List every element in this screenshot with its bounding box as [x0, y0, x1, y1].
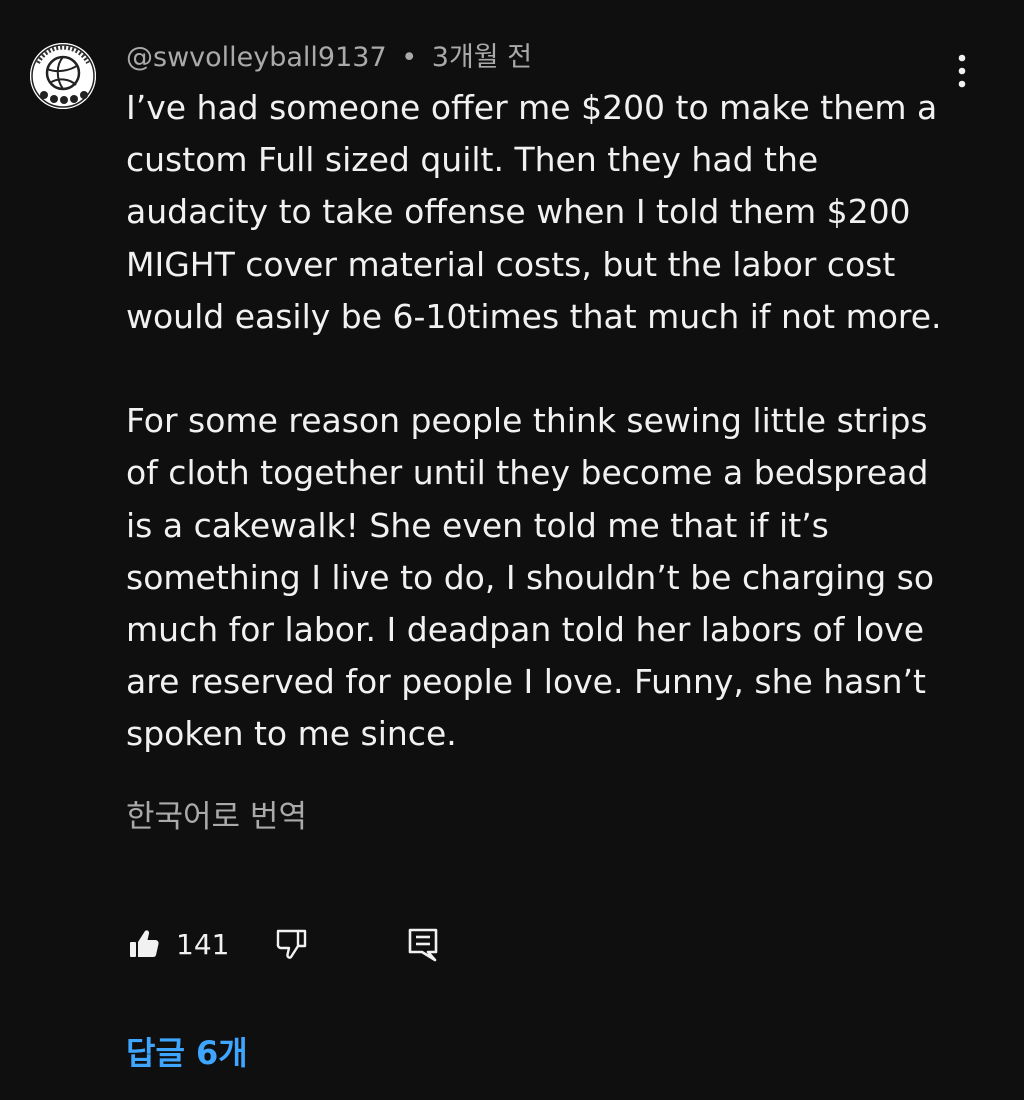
avatar[interactable] — [30, 43, 96, 109]
dislike-button[interactable] — [274, 918, 310, 970]
author-name[interactable]: @swvolleyball9137 — [126, 42, 387, 73]
comment-meta: @swvolleyball9137 • 3개월 전 — [126, 38, 532, 78]
like-button[interactable]: 141 — [126, 918, 229, 970]
like-count: 141 — [176, 927, 230, 961]
comment-line: something I live to do, I shouldn’t be c… — [126, 557, 935, 597]
comment-text: I’ve had someone offer me $200 to make t… — [126, 82, 1006, 761]
view-replies-button[interactable]: 답글 6개 — [126, 1030, 248, 1076]
comment-line: are reserved for people I love. Funny, s… — [126, 662, 926, 702]
comment-line: MIGHT cover material costs, but the labo… — [126, 244, 896, 284]
comment-time: 3개월 전 — [431, 42, 533, 73]
comment-line: audacity to take offense when I told the… — [126, 192, 911, 232]
thumbs-down-icon — [276, 929, 307, 959]
volleyball-icon — [30, 43, 96, 109]
comment-line: much for labor. I deadpan told her labor… — [126, 610, 925, 650]
comment-line: spoken to me since. — [126, 714, 457, 754]
comment-line: I’ve had someone offer me $200 to make t… — [126, 88, 938, 127]
comment-line: For some reason people think sewing litt… — [126, 401, 928, 441]
reply-icon — [408, 928, 438, 962]
comment-line: custom Full sized quilt. Then they had t… — [126, 140, 819, 180]
reply-button[interactable] — [406, 918, 440, 970]
comment-actions: 141 — [126, 918, 466, 970]
comment-line: is a cakewalk! She even told me that if … — [126, 505, 829, 545]
meta-separator: • — [401, 42, 418, 73]
thumbs-up-icon — [130, 930, 159, 957]
comment-line: would easily be 6-10times that much if n… — [126, 296, 942, 336]
translate-button[interactable]: 한국어로 번역 — [126, 794, 307, 840]
comment-line: of cloth together until they become a be… — [126, 453, 929, 493]
